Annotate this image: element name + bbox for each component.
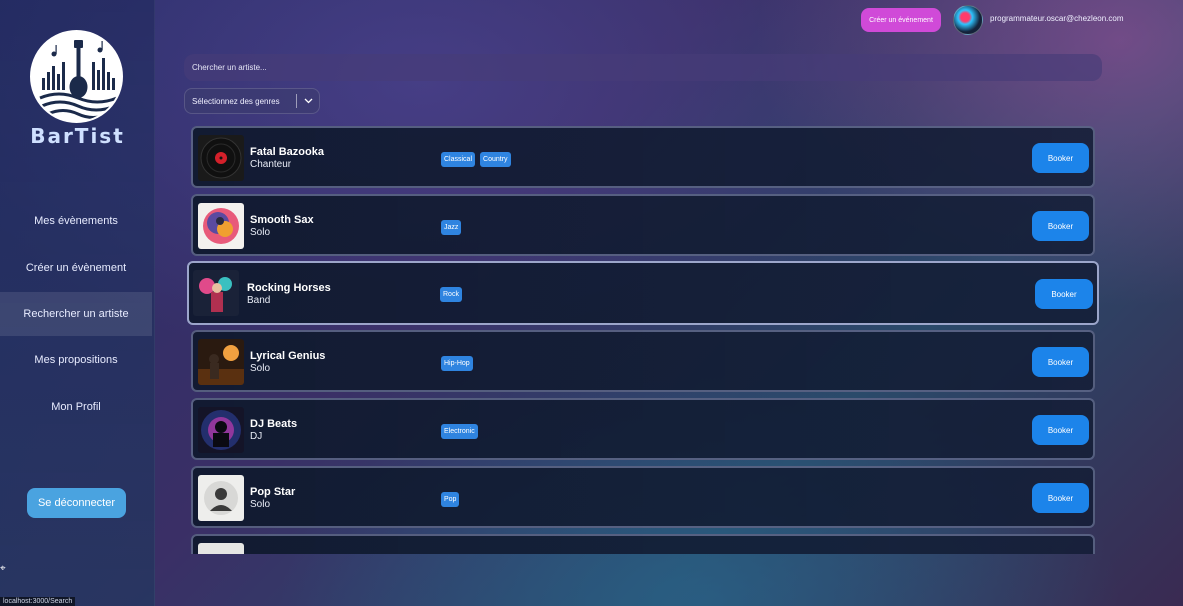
artist-card: Smooth Sax Solo Jazz Booker [191, 194, 1095, 256]
artist-image [198, 203, 244, 249]
status-bar-url: localhost:3000/Search [0, 597, 76, 606]
artist-image [198, 543, 244, 554]
genre-tags: Jazz [441, 220, 462, 235]
genre-tag: Rock [440, 287, 462, 302]
artist-name: Smooth Sax [250, 214, 314, 226]
app-logo[interactable] [30, 30, 123, 123]
chevron-down-icon[interactable] [297, 96, 319, 106]
sidebar-item-label: Rechercher un artiste [23, 308, 129, 320]
genre-tag: Electronic [441, 424, 478, 439]
genre-tags: Rock [440, 287, 462, 302]
sidebar-item-label: Mes évènements [34, 215, 118, 227]
artist-list[interactable]: Fatal Bazooka Chanteur Classical Country… [186, 124, 1101, 554]
artist-name: Lyrical Genius [250, 350, 326, 362]
genre-tags: Classical Country [441, 152, 511, 167]
artist-card: Lyrical Genius Solo Hip-Hop Booker [191, 330, 1095, 392]
genre-tag: Jazz [441, 220, 462, 235]
logout-button[interactable]: Se déconnecter [27, 488, 126, 518]
artist-name: Pop Star [250, 486, 296, 498]
artist-card: Fatal Bazooka Chanteur Classical Country… [191, 126, 1095, 188]
artist-card: Rocking Horses Band Rock Booker [187, 261, 1099, 325]
genre-select[interactable]: Sélectionnez des genres [184, 88, 320, 114]
artist-type: Band [247, 295, 271, 306]
avatar[interactable] [953, 5, 983, 35]
book-button[interactable]: Booker [1032, 415, 1089, 445]
book-button[interactable]: Booker [1032, 143, 1089, 173]
genre-tag: Classical [441, 152, 476, 167]
sidebar-item-label: Créer un évènement [25, 262, 127, 274]
user-email: programmateur.oscar@chezleon.com [990, 14, 1124, 23]
book-button[interactable]: Booker [1032, 347, 1089, 377]
artist-card [191, 534, 1095, 554]
artist-type: Chanteur [250, 159, 292, 170]
book-button[interactable]: Booker [1035, 279, 1093, 309]
artist-image [198, 339, 244, 385]
genre-tags: Electronic [441, 424, 478, 439]
sidebar-item-label: Mon Profil [51, 401, 101, 413]
artist-image [198, 407, 244, 453]
artist-name: Rocking Horses [247, 282, 331, 294]
sidebar-item-my-events[interactable]: Mes évènements [0, 201, 152, 241]
artist-image [198, 475, 244, 521]
genre-tags: Pop [441, 492, 460, 507]
artist-card: DJ Beats DJ Electronic Booker [191, 398, 1095, 460]
genre-tag: Hip-Hop [441, 356, 473, 371]
genre-tag: Pop [441, 492, 460, 507]
artist-type: Solo [250, 227, 271, 238]
sidebar-item-label: Mes propositions [34, 354, 118, 366]
app-name: BarTist [30, 124, 125, 148]
genre-tag: Country [480, 152, 511, 167]
artist-type: Solo [250, 363, 271, 374]
create-event-button[interactable]: Créer un événement [861, 8, 941, 32]
artist-type: DJ [250, 431, 263, 442]
artist-image [198, 135, 244, 181]
sidebar-item-create-event[interactable]: Créer un évènement [0, 248, 152, 288]
artist-name: DJ Beats [250, 418, 298, 430]
cursor-icon: ⌖ [0, 563, 6, 574]
sidebar: BarTist Mes évènements Créer un évènemen… [0, 0, 155, 606]
genre-select-label: Sélectionnez des genres [192, 96, 280, 106]
book-button[interactable]: Booker [1032, 483, 1089, 513]
book-button[interactable]: Booker [1032, 211, 1089, 241]
sidebar-item-my-proposals[interactable]: Mes propositions [0, 340, 152, 380]
artist-image [193, 270, 239, 316]
sidebar-item-my-profile[interactable]: Mon Profil [0, 387, 152, 427]
artist-card: Pop Star Solo Pop Booker [191, 466, 1095, 528]
artist-name: Fatal Bazooka [250, 146, 324, 158]
artist-type: Solo [250, 499, 271, 510]
genre-tags: Hip-Hop [441, 356, 473, 371]
search-input[interactable] [184, 54, 1102, 81]
sidebar-item-search-artist[interactable]: Rechercher un artiste [0, 292, 152, 336]
